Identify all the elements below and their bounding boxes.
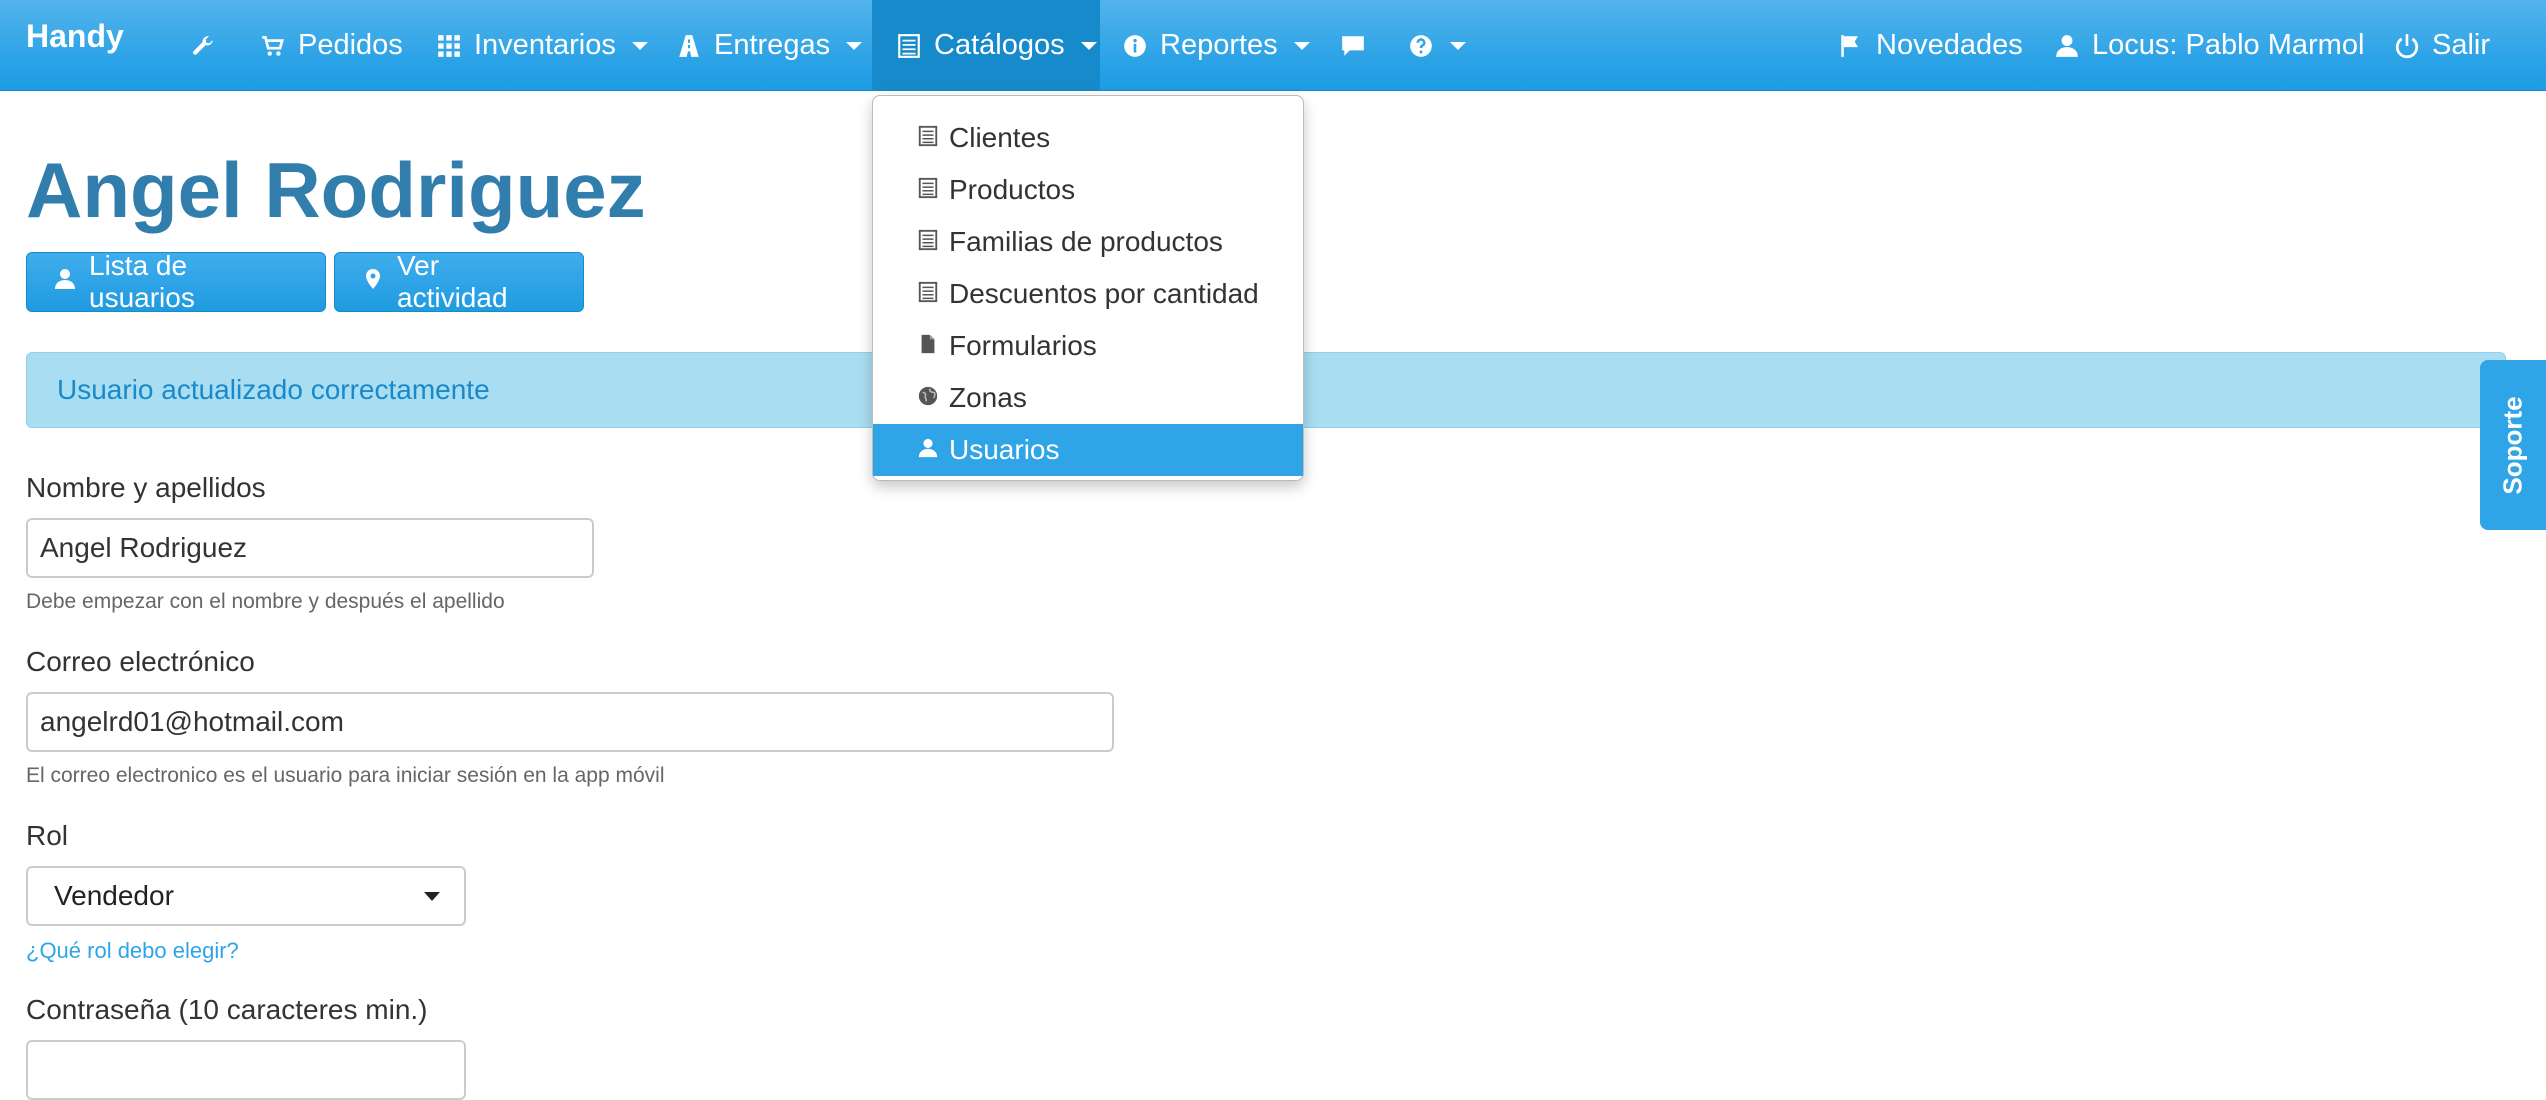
globe-icon — [917, 382, 939, 414]
wrench-icon[interactable] — [186, 0, 220, 91]
nav-salir[interactable]: Salir — [2390, 0, 2494, 91]
role-select-value: Vendedor — [54, 880, 174, 911]
user-icon — [53, 266, 77, 298]
view-activity-button-label: Ver actividad — [397, 250, 508, 313]
support-tab[interactable]: Soporte — [2480, 360, 2546, 530]
nav-reportes-label: Reportes — [1160, 29, 1278, 61]
chevron-down-icon — [1450, 41, 1466, 50]
nav-reportes[interactable]: Reportes — [1118, 0, 1314, 91]
role-help-link[interactable]: ¿Qué rol debo elegir? — [26, 938, 239, 964]
menu-item-label: Clientes — [949, 122, 1051, 153]
file-icon — [917, 330, 939, 362]
menu-item-label: Familias de productos — [949, 226, 1223, 257]
user-list-button-label: Lista de usuarios — [89, 250, 195, 313]
brand-logo[interactable]: Handy — [26, 18, 124, 58]
menu-item-usuarios[interactable]: Usuarios — [873, 424, 1303, 476]
nav-entregas[interactable]: Entregas — [672, 0, 866, 91]
nav-user-label: Locus: Pablo Marmol — [2092, 29, 2365, 61]
user-list-button[interactable]: Lista de usuarios — [26, 250, 326, 313]
email-help-text: El correo electronico es el usuario para… — [26, 764, 665, 787]
name-label: Nombre y apellidos — [26, 472, 266, 503]
nav-pedidos[interactable]: Pedidos — [256, 0, 407, 91]
user-icon — [917, 434, 939, 466]
catalogos-dropdown-menu: Clientes Productos Familias de productos… — [872, 95, 1304, 481]
menu-item-familias[interactable]: Familias de productos — [873, 216, 1303, 268]
name-field[interactable] — [26, 518, 594, 578]
password-field[interactable] — [26, 1040, 466, 1100]
nav-catalogos[interactable]: Catálogos — [872, 0, 1100, 91]
view-activity-button[interactable]: Ver actividad — [334, 250, 584, 313]
power-icon — [2394, 33, 2420, 59]
nav-salir-label: Salir — [2432, 29, 2491, 61]
chevron-down-icon — [424, 892, 440, 901]
password-label: Contraseña (10 caracteres min.) — [26, 994, 428, 1025]
menu-item-clientes[interactable]: Clientes — [873, 112, 1303, 164]
page-title: Angel Rodriguez — [26, 146, 646, 234]
list-icon — [917, 122, 939, 154]
menu-item-descuentos[interactable]: Descuentos por cantidad — [873, 268, 1303, 320]
road-icon — [676, 33, 702, 59]
menu-item-label: Zonas — [949, 382, 1027, 413]
list-icon — [917, 174, 939, 206]
nav-novedades[interactable]: Novedades — [1834, 0, 2027, 91]
nav-catalogos-label: Catálogos — [934, 29, 1065, 61]
alert-message: Usuario actualizado correctamente — [57, 374, 490, 405]
chat-icon[interactable] — [1336, 0, 1370, 91]
help-menu[interactable] — [1404, 0, 1470, 91]
list-icon — [896, 33, 922, 59]
name-help-text: Debe empezar con el nombre y después el … — [26, 590, 505, 613]
menu-item-label: Descuentos por cantidad — [949, 278, 1259, 309]
menu-item-label: Productos — [949, 174, 1076, 205]
chevron-down-icon — [1293, 41, 1310, 50]
support-tab-label: Soporte — [2497, 395, 2528, 495]
email-label: Correo electrónico — [26, 646, 255, 677]
flag-icon — [1838, 33, 1864, 59]
nav-entregas-label: Entregas — [714, 29, 831, 61]
question-icon — [1408, 33, 1434, 59]
chevron-down-icon — [1080, 41, 1097, 50]
info-icon — [1122, 33, 1148, 59]
map-marker-icon — [361, 266, 385, 298]
grid-icon — [436, 33, 462, 59]
nav-inventarios-label: Inventarios — [474, 29, 616, 61]
nav-pedidos-label: Pedidos — [298, 29, 403, 61]
menu-item-zonas[interactable]: Zonas — [873, 372, 1303, 424]
nav-novedades-label: Novedades — [1876, 29, 2023, 61]
role-label: Rol — [26, 820, 69, 851]
chevron-down-icon — [846, 41, 863, 50]
menu-item-formularios[interactable]: Formularios — [873, 320, 1303, 372]
menu-item-label: Usuarios — [949, 434, 1060, 465]
user-icon — [2054, 33, 2080, 59]
list-icon — [917, 278, 939, 310]
nav-inventarios[interactable]: Inventarios — [432, 0, 652, 91]
top-navbar: Handy Pedidos Inventarios Entregas Catál… — [0, 0, 2546, 91]
email-field[interactable] — [26, 692, 1114, 752]
list-icon — [917, 226, 939, 258]
role-select[interactable]: Vendedor — [26, 866, 466, 926]
menu-item-productos[interactable]: Productos — [873, 164, 1303, 216]
chevron-down-icon — [631, 41, 648, 50]
cart-icon — [260, 33, 286, 59]
nav-user-account[interactable]: Locus: Pablo Marmol — [2050, 0, 2368, 91]
menu-item-label: Formularios — [949, 330, 1097, 361]
